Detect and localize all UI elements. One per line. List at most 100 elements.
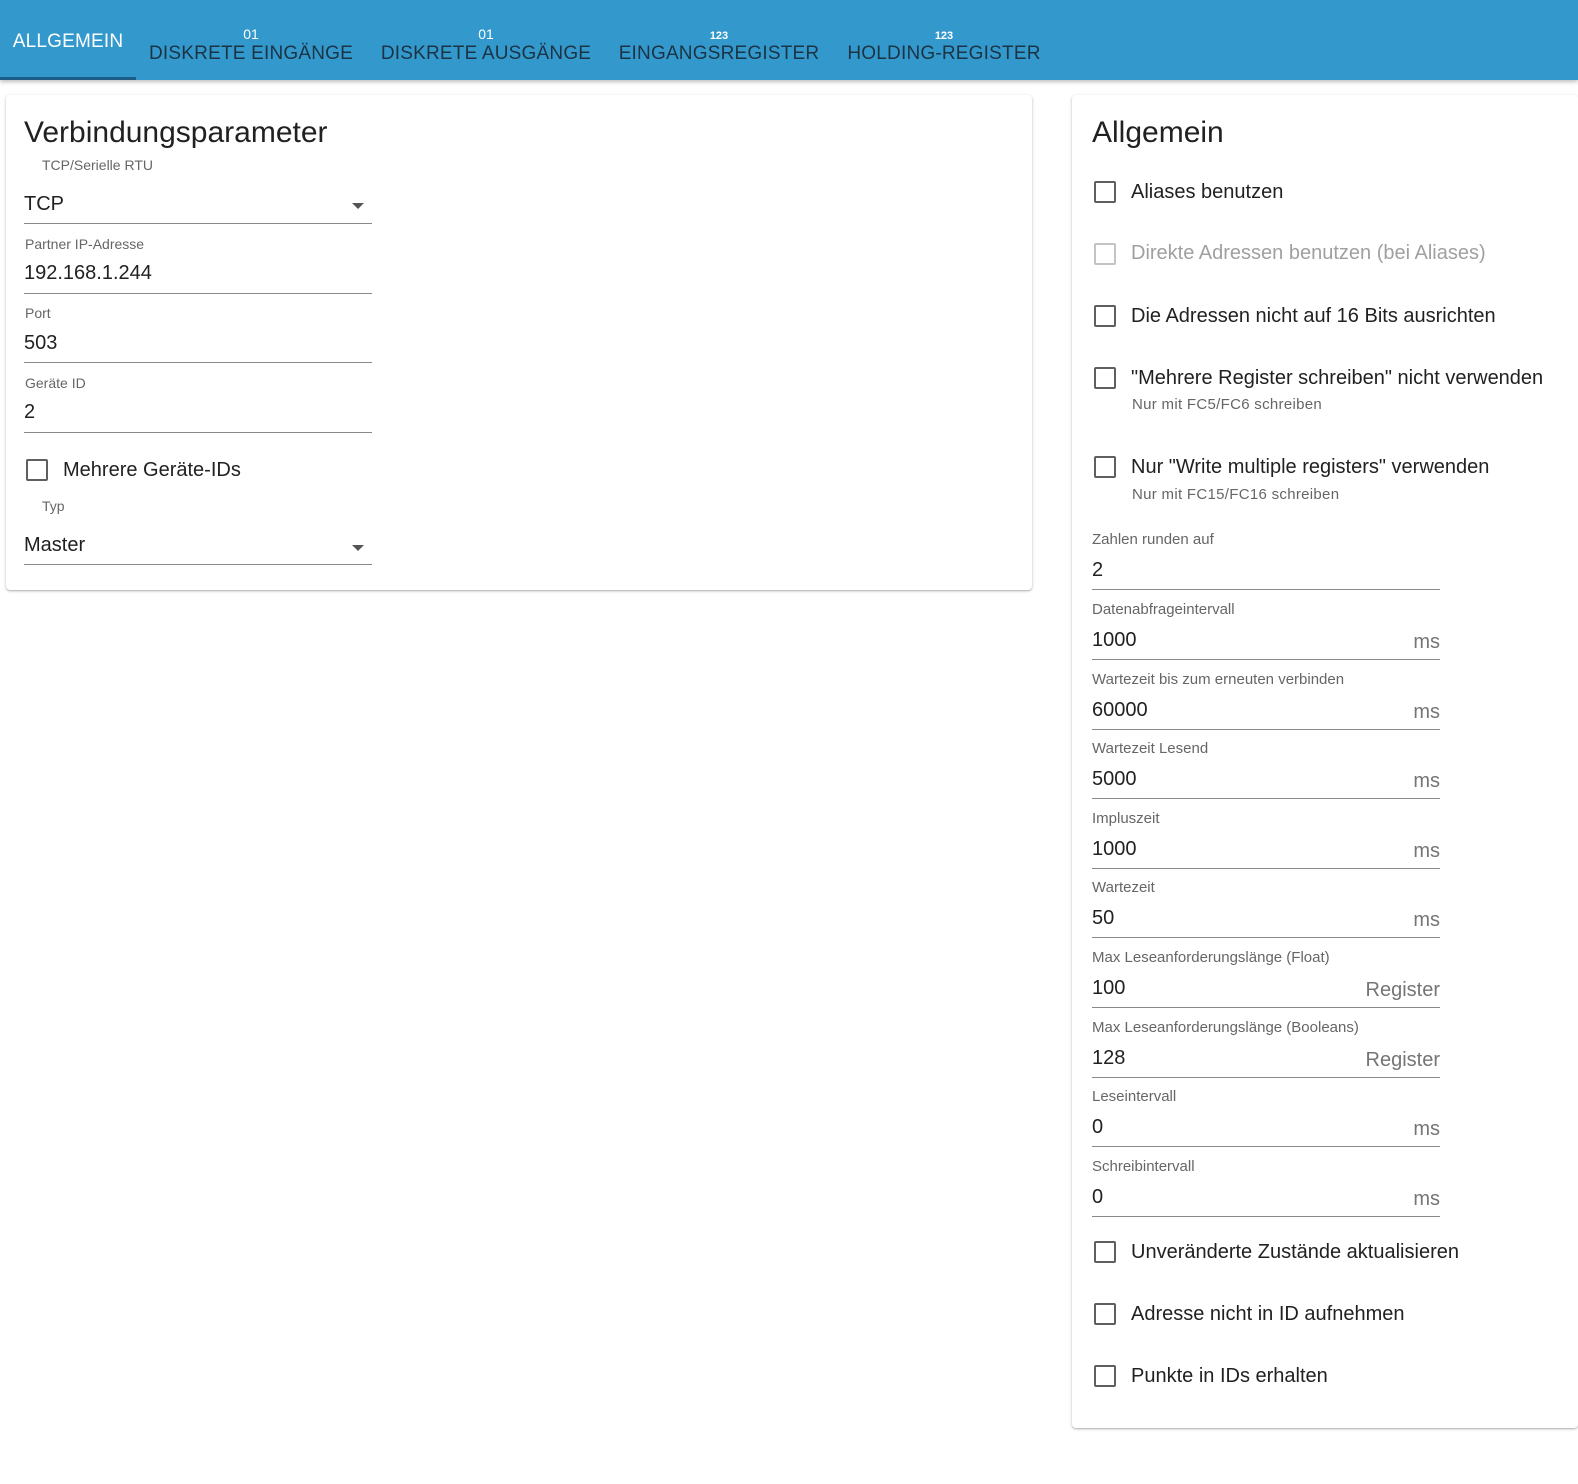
numeric-icon: 123	[934, 30, 954, 42]
tab-label: DISKRETE AUSGÄNGE	[380, 43, 592, 64]
wait-time-field[interactable]: Wartezeit 50 ms	[1092, 877, 1440, 939]
tab-label: ALLGEMEIN	[12, 31, 124, 52]
tab-diskrete-ausgaenge[interactable]: 01 DISKRETE AUSGÄNGE	[376, 0, 596, 80]
update-unchanged-label: Unveränderte Zustände aktualisieren	[1131, 1241, 1459, 1263]
field-label: Max Leseanforderungslänge (Float)	[1092, 949, 1330, 966]
tab-label: DISKRETE EINGÄNGE	[149, 43, 353, 64]
keep-dots-label: Punkte in IDs erhalten	[1131, 1365, 1328, 1387]
tab-allgemein[interactable]: ALLGEMEIN	[0, 0, 136, 80]
only-multi-write-checkbox[interactable]	[1094, 456, 1116, 478]
field-underline	[1092, 659, 1440, 660]
ip-input[interactable]: 192.168.1.244	[24, 255, 372, 295]
direct-addresses-label: Direkte Adressen benutzen (bei Aliases)	[1131, 242, 1486, 264]
no-multi-write-hint: Nur mit FC5/FC6 schreiben	[1132, 396, 1323, 413]
field-value: 128	[1092, 1047, 1126, 1069]
tab-label: EINGANGSREGISTER	[618, 43, 820, 64]
tab-label: HOLDING-REGISTER	[847, 43, 1041, 64]
field-value: 1000	[1092, 629, 1137, 651]
general-card: Allgemein Aliases benutzen Direkte Adres…	[1072, 95, 1578, 1428]
ip-label: Partner IP-Adresse	[25, 236, 145, 252]
mode-select[interactable]: TCP	[24, 185, 372, 225]
connection-title: Verbindungsparameter	[24, 116, 328, 149]
field-value: 5000	[1092, 768, 1137, 790]
active-tab-indicator	[0, 77, 136, 80]
no-align-checkbox[interactable]	[1094, 305, 1116, 327]
read-interval-field[interactable]: Leseintervall 0 ms	[1092, 1086, 1440, 1148]
field-unit: Register	[1365, 979, 1440, 1001]
field-underline	[1092, 1146, 1440, 1147]
field-unit: ms	[1413, 770, 1440, 792]
field-label: Wartezeit	[1092, 879, 1155, 896]
field-underline	[1092, 729, 1440, 730]
field-underline	[1092, 798, 1440, 799]
field-label: Wartezeit bis zum erneuten verbinden	[1092, 671, 1345, 688]
device-id-input[interactable]: 2	[24, 394, 372, 434]
no-multi-write-checkbox[interactable]	[1094, 367, 1116, 389]
tab-eingangsregister[interactable]: 123 EINGANGSREGISTER	[614, 0, 824, 80]
field-label: Schreibintervall	[1092, 1158, 1195, 1175]
field-value: 100	[1092, 977, 1126, 999]
field-underline	[1092, 868, 1440, 869]
field-underline	[24, 564, 372, 565]
no-address-in-id-checkbox[interactable]	[1094, 1303, 1116, 1325]
tab-diskrete-eingaenge[interactable]: 01 DISKRETE EINGÄNGE	[144, 0, 358, 80]
field-unit: ms	[1413, 1118, 1440, 1140]
field-underline	[24, 432, 372, 433]
connection-card: Verbindungsparameter TCP/Serielle RTU TC…	[6, 95, 1032, 590]
only-multi-write-label: Nur "Write multiple registers" verwenden	[1131, 456, 1490, 478]
field-value: 1000	[1092, 838, 1137, 860]
round-field[interactable]: Zahlen runden auf 2	[1092, 529, 1440, 591]
only-multi-write-hint: Nur mit FC15/FC16 schreiben	[1132, 486, 1340, 503]
aliases-label: Aliases benutzen	[1131, 181, 1284, 203]
field-underline	[24, 293, 372, 294]
field-label: Datenabfrageintervall	[1092, 601, 1235, 618]
field-underline	[1092, 1077, 1440, 1078]
field-label: Max Leseanforderungslänge (Booleans)	[1092, 1019, 1359, 1036]
field-unit: ms	[1413, 840, 1440, 862]
type-select[interactable]: Master	[24, 527, 372, 567]
field-unit: ms	[1413, 701, 1440, 723]
general-title: Allgemein	[1092, 116, 1224, 149]
dropdown-arrow-icon	[352, 203, 364, 209]
no-address-in-id-label: Adresse nicht in ID aufnehmen	[1131, 1303, 1405, 1325]
port-label: Port	[25, 305, 51, 321]
binary-icon: 01	[243, 26, 259, 42]
write-interval-field[interactable]: Schreibintervall 0 ms	[1092, 1156, 1440, 1218]
binary-icon: 01	[478, 26, 494, 42]
field-label: Impluszeit	[1092, 810, 1160, 827]
pulse-time-field[interactable]: Impluszeit 1000 ms	[1092, 808, 1440, 870]
multi-ids-label: Mehrere Geräte-IDs	[63, 459, 241, 481]
field-underline	[1092, 1216, 1440, 1217]
port-value: 503	[24, 332, 58, 354]
update-unchanged-checkbox[interactable]	[1094, 1241, 1116, 1263]
field-unit: ms	[1413, 631, 1440, 653]
tab-bar: ALLGEMEIN 01 DISKRETE EINGÄNGE 01 DISKRE…	[0, 0, 1578, 80]
aliases-checkbox[interactable]	[1094, 181, 1116, 203]
field-underline	[1092, 937, 1440, 938]
read-timeout-field[interactable]: Wartezeit Lesend 5000 ms	[1092, 738, 1440, 800]
field-value: 2	[1092, 559, 1104, 581]
no-multi-write-label: "Mehrere Register schreiben" nicht verwe…	[1131, 367, 1544, 389]
direct-addresses-checkbox[interactable]	[1094, 243, 1116, 265]
reconnect-field[interactable]: Wartezeit bis zum erneuten verbinden 600…	[1092, 669, 1440, 731]
type-value: Master	[24, 534, 86, 556]
field-label: Zahlen runden auf	[1092, 531, 1214, 548]
field-underline	[1092, 589, 1440, 590]
ip-value: 192.168.1.244	[24, 262, 152, 284]
field-unit: Register	[1365, 1049, 1440, 1071]
multi-ids-checkbox[interactable]	[26, 459, 48, 481]
keep-dots-checkbox[interactable]	[1094, 1365, 1116, 1387]
numeric-icon: 123	[709, 30, 729, 42]
tab-holding-register[interactable]: 123 HOLDING-REGISTER	[842, 0, 1046, 80]
mode-value: TCP	[24, 193, 64, 215]
field-value: 60000	[1092, 699, 1148, 721]
poll-interval-field[interactable]: Datenabfrageintervall 1000 ms	[1092, 599, 1440, 661]
port-input[interactable]: 503	[24, 324, 372, 364]
max-read-bool-field[interactable]: Max Leseanforderungslänge (Booleans) 128…	[1092, 1017, 1440, 1079]
type-label: Typ	[42, 498, 65, 514]
field-value: 0	[1092, 1186, 1104, 1208]
max-read-float-field[interactable]: Max Leseanforderungslänge (Float) 100 Re…	[1092, 947, 1440, 1009]
device-id-label: Geräte ID	[25, 375, 86, 391]
field-label: Leseintervall	[1092, 1088, 1177, 1105]
field-unit: ms	[1413, 1188, 1440, 1210]
